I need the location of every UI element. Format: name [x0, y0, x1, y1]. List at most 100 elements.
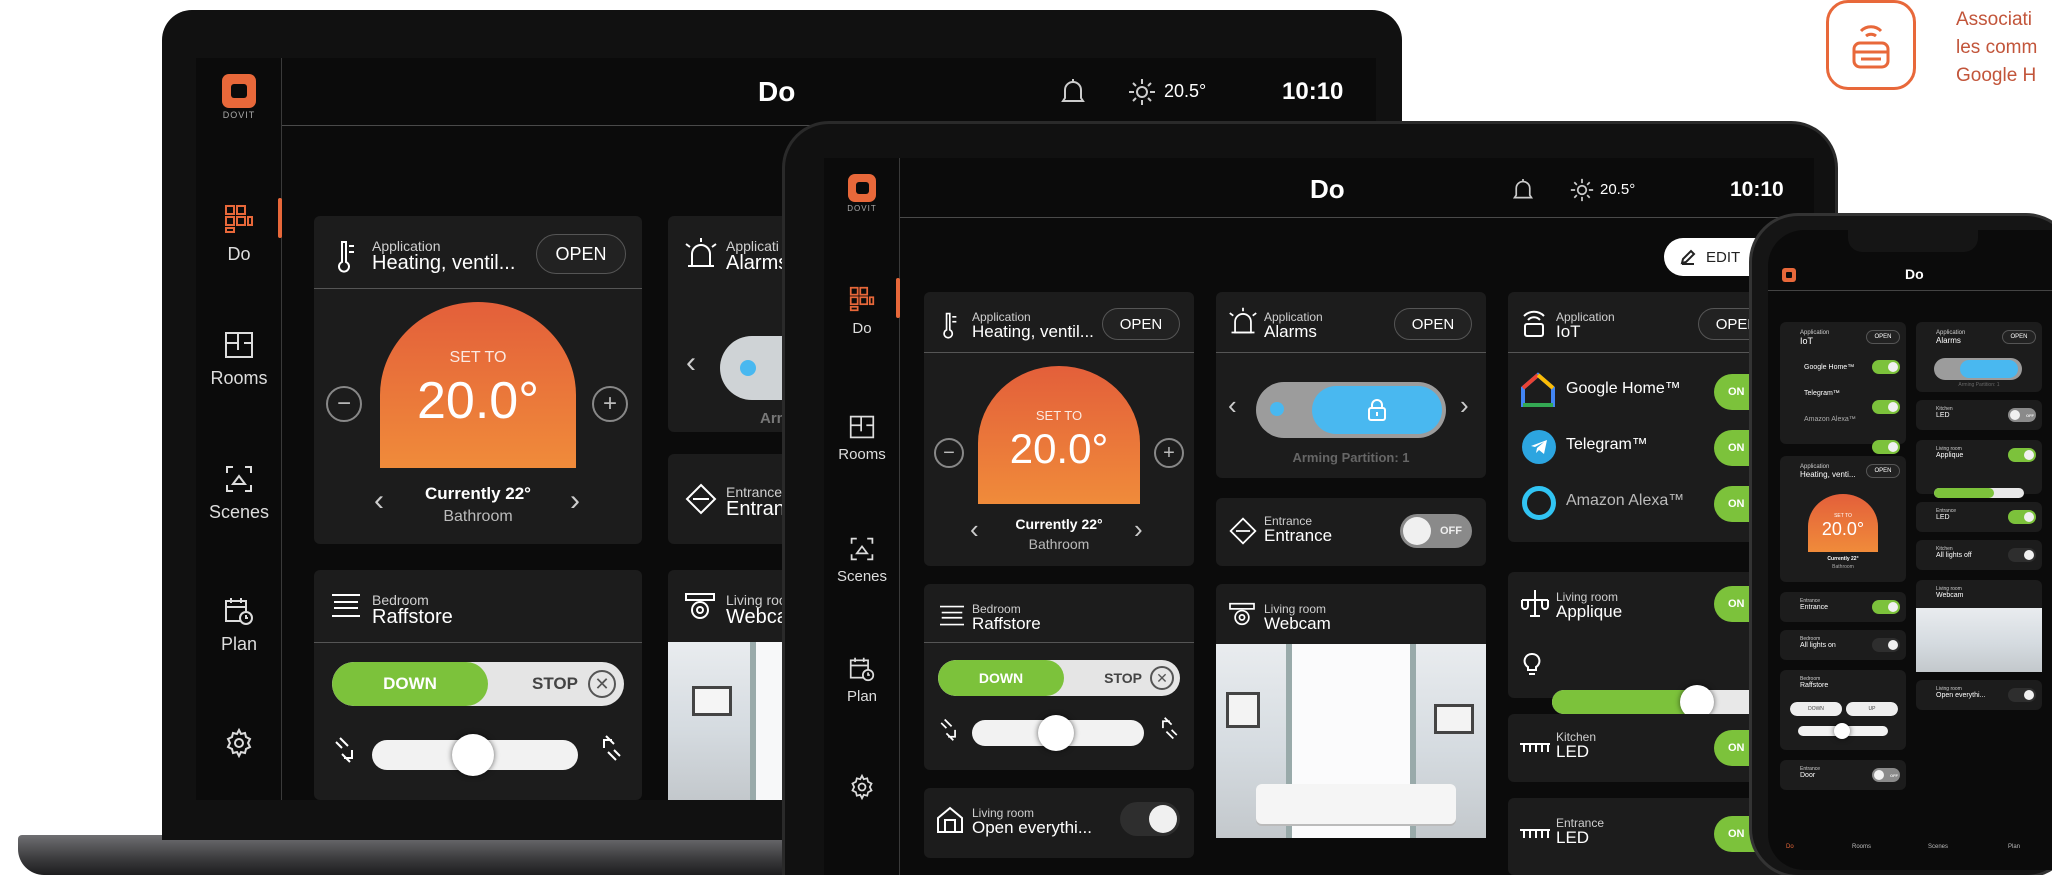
- webcam-widget: Living room Webcam: [1216, 584, 1486, 838]
- phone-bedroom-lights-widget: Bedroom All lights on: [1780, 630, 1906, 660]
- nav-scenes[interactable]: Scenes: [824, 536, 900, 585]
- nav-settings[interactable]: [196, 728, 282, 758]
- alexa-label: Amazon Alexa™: [1566, 492, 1685, 509]
- entrance-title: Entrance: [1264, 526, 1333, 545]
- temperature-dial[interactable]: SET TO 20.0°: [978, 366, 1140, 504]
- alarms-title: Alarms: [1936, 336, 1961, 345]
- raffstore-control: DOWN STOP ✕: [332, 662, 624, 706]
- heating-open-button[interactable]: OPEN: [536, 234, 626, 274]
- google-home-toggle[interactable]: [1872, 360, 1900, 374]
- raffstore-control: DOWN UP: [1790, 702, 1898, 716]
- router-icon: [1826, 0, 1916, 90]
- next-room-chevron[interactable]: ›: [570, 484, 580, 518]
- kitchen-lights-toggle[interactable]: [2008, 548, 2036, 562]
- alarms-open-button[interactable]: OPEN: [1394, 308, 1472, 340]
- current-temperature: Currently 22°: [1015, 516, 1103, 532]
- calendar-clock-icon: [225, 598, 253, 625]
- down-button[interactable]: DOWN: [332, 662, 488, 706]
- nav-rooms-label: Rooms: [838, 446, 886, 463]
- lock-button[interactable]: [1312, 386, 1442, 434]
- down-button[interactable]: DOWN: [938, 660, 1064, 696]
- nav-rooms[interactable]: Rooms: [196, 330, 282, 389]
- down-button[interactable]: DOWN: [1790, 702, 1842, 716]
- alarm-switch[interactable]: [1256, 382, 1446, 438]
- bell-icon[interactable]: [1512, 178, 1534, 202]
- alarm-next[interactable]: ›: [1460, 390, 1469, 421]
- lock-icon: [1368, 399, 1386, 421]
- alexa-toggle[interactable]: [1872, 440, 1900, 454]
- bell-icon[interactable]: [1060, 78, 1086, 106]
- webcam-title: Webcam: [1264, 614, 1331, 633]
- slider-thumb[interactable]: [1834, 723, 1850, 739]
- kitchen-led-state: OFF: [2026, 412, 2034, 418]
- slider-thumb[interactable]: [1038, 715, 1074, 751]
- increase-button[interactable]: +: [1154, 438, 1184, 468]
- alexa-icon: [1522, 486, 1556, 520]
- heating-open-button[interactable]: OPEN: [1102, 308, 1180, 340]
- entrance-title: Entrance: [1800, 604, 1829, 611]
- decrease-button[interactable]: −: [934, 438, 964, 468]
- entrance-toggle[interactable]: [1872, 600, 1900, 614]
- kitchen-led-title: LED: [1936, 412, 1950, 419]
- phone-nav-rooms[interactable]: Rooms: [1852, 844, 1871, 850]
- tilt-slider[interactable]: [972, 715, 1144, 751]
- nav-do[interactable]: Do: [196, 204, 282, 265]
- slider-thumb[interactable]: [452, 734, 494, 776]
- webcam-feed[interactable]: [1216, 644, 1486, 838]
- iot-title: IoT: [1800, 336, 1814, 346]
- bedroom-lights-toggle[interactable]: [1872, 638, 1900, 652]
- next-room-chevron[interactable]: ›: [1134, 514, 1143, 545]
- tilt-slider[interactable]: [1798, 723, 1888, 739]
- alarm-switch[interactable]: [1934, 358, 2022, 380]
- open-everything-toggle[interactable]: [2008, 688, 2036, 702]
- prev-room-chevron[interactable]: ‹: [374, 484, 384, 518]
- temperature-dial[interactable]: SET TO 20.0°: [380, 302, 576, 468]
- entrance-toggle[interactable]: OFF: [1400, 514, 1472, 548]
- iot-open-button[interactable]: OPEN: [1866, 330, 1900, 344]
- webcam-feed[interactable]: [1916, 608, 2042, 672]
- heating-open-button[interactable]: OPEN: [1866, 464, 1900, 478]
- nav-settings[interactable]: [824, 774, 900, 800]
- close-icon[interactable]: ✕: [1150, 666, 1174, 690]
- nav-rooms-label: Rooms: [210, 368, 268, 388]
- alarms-open-button[interactable]: OPEN: [2002, 330, 2036, 344]
- grid-icon: [225, 205, 253, 233]
- brightness-slider[interactable]: [1552, 685, 1764, 719]
- nav-do-label: Do: [852, 320, 872, 337]
- nav-do[interactable]: Do: [824, 286, 900, 337]
- nav-plan[interactable]: Plan: [196, 596, 282, 655]
- temperature-dial[interactable]: SET TO 20.0°: [1808, 494, 1878, 552]
- applique-toggle[interactable]: [2008, 448, 2036, 462]
- thermometer-icon: [943, 312, 957, 339]
- phone-nav-scenes[interactable]: Scenes: [1928, 844, 1948, 850]
- entrance-title: Entran: [726, 498, 785, 520]
- kitchen-led-toggle[interactable]: OFF: [2008, 408, 2036, 422]
- increase-button[interactable]: +: [592, 386, 628, 422]
- up-button[interactable]: UP: [1846, 702, 1898, 716]
- sun-icon: [1129, 79, 1155, 105]
- open-everything-toggle[interactable]: [1120, 802, 1180, 836]
- door-toggle[interactable]: OFF: [1872, 768, 1900, 782]
- room-name: Bathroom: [443, 508, 513, 525]
- tilt-slider[interactable]: [372, 734, 578, 776]
- raffstore-widget: Bedroom Raffstore DOWN STOP ✕: [314, 570, 642, 800]
- brightness-slider[interactable]: [1934, 488, 2024, 498]
- phone-entrance-widget: Entrance Entrance: [1780, 592, 1906, 622]
- prev-room-chevron[interactable]: ‹: [970, 514, 979, 545]
- alarm-prev[interactable]: ‹: [686, 346, 696, 380]
- phone-nav-plan[interactable]: Plan: [2008, 844, 2020, 850]
- nav-plan[interactable]: Plan: [824, 656, 900, 705]
- entrance-led-toggle[interactable]: [2008, 510, 2036, 524]
- close-icon[interactable]: ✕: [588, 670, 616, 698]
- phone-nav-do[interactable]: Do: [1786, 844, 1794, 850]
- applique-state: ON: [1728, 598, 1745, 610]
- telegram-icon: [1522, 430, 1556, 464]
- nav-rooms[interactable]: Rooms: [824, 414, 900, 463]
- alarm-prev[interactable]: ‹: [1228, 390, 1237, 421]
- decrease-button[interactable]: −: [326, 386, 362, 422]
- nav-scenes-label: Scenes: [836, 568, 888, 585]
- telegram-toggle[interactable]: [1872, 400, 1900, 414]
- brand-description: Associati les comm Google H: [1956, 9, 2038, 86]
- nav-scenes[interactable]: Scenes: [196, 464, 282, 523]
- alarms-title: Alarms: [726, 252, 789, 274]
